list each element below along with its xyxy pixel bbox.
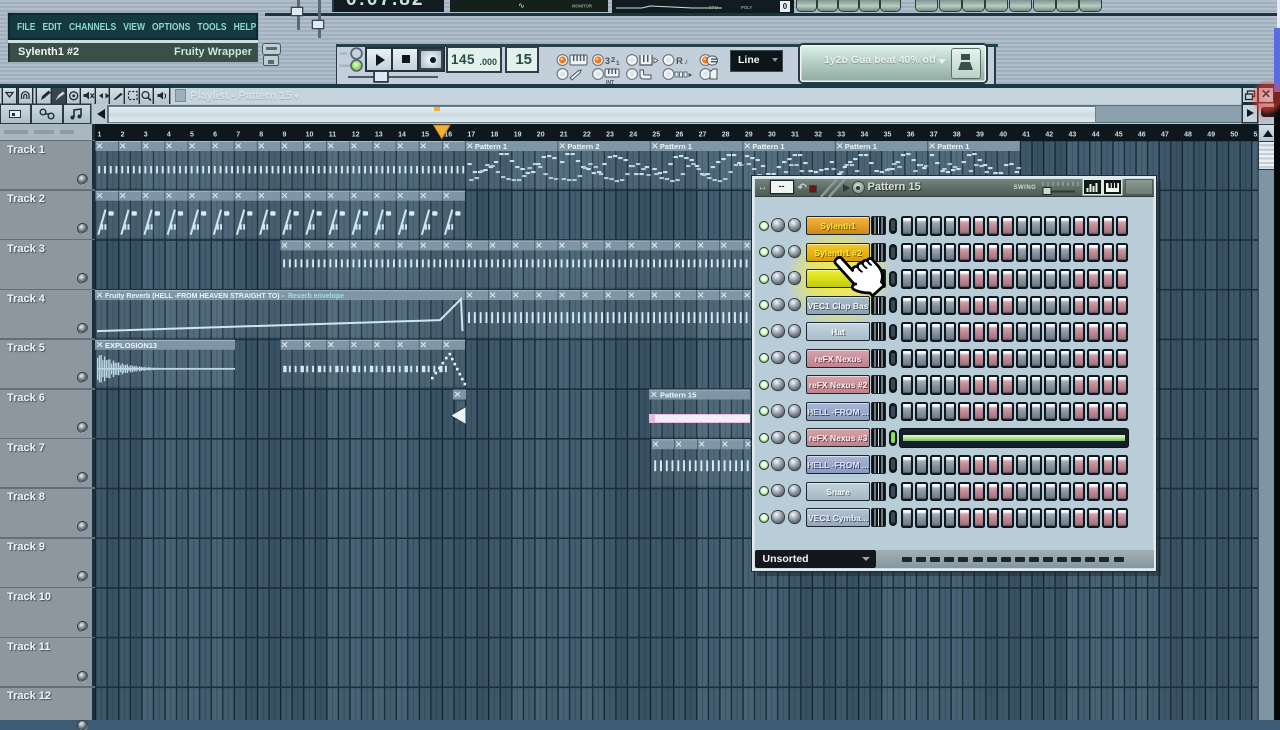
svg-text:Fruity Reverb (HELL -FROM HEAV: Fruity Reverb (HELL -FROM HEAVEN STRAIGH… bbox=[105, 293, 285, 300]
svg-text:2: 2 bbox=[611, 55, 615, 64]
svg-text:Pattern 1: Pattern 1 bbox=[475, 142, 507, 151]
svg-text:3: 3 bbox=[605, 56, 610, 66]
svg-text:44: 44 bbox=[1092, 132, 1100, 139]
svg-text:31: 31 bbox=[791, 132, 799, 139]
svg-text:29: 29 bbox=[745, 132, 753, 139]
svg-text:36: 36 bbox=[907, 132, 915, 139]
svg-text:13: 13 bbox=[375, 132, 383, 139]
svg-text:21: 21 bbox=[560, 132, 568, 139]
svg-text:39: 39 bbox=[976, 132, 984, 139]
svg-text:EXPLOSION13: EXPLOSION13 bbox=[105, 341, 157, 350]
svg-text:17: 17 bbox=[467, 132, 475, 139]
svg-text:Reverb envelope: Reverb envelope bbox=[288, 293, 344, 300]
svg-text:Pattern 1: Pattern 1 bbox=[845, 142, 877, 151]
svg-text:32: 32 bbox=[814, 132, 822, 139]
svg-text:49: 49 bbox=[1207, 132, 1215, 139]
svg-text:Pattern 1: Pattern 1 bbox=[660, 142, 692, 151]
svg-text:20: 20 bbox=[537, 132, 545, 139]
svg-text:2: 2 bbox=[121, 132, 125, 139]
svg-text:3: 3 bbox=[144, 132, 148, 139]
svg-text:42: 42 bbox=[1045, 132, 1053, 139]
svg-text:27: 27 bbox=[699, 132, 707, 139]
svg-text:25: 25 bbox=[652, 132, 660, 139]
svg-text:8: 8 bbox=[259, 132, 263, 139]
svg-text:15: 15 bbox=[421, 132, 429, 139]
svg-text:41: 41 bbox=[1022, 132, 1030, 139]
svg-text:12: 12 bbox=[352, 132, 360, 139]
svg-text:14: 14 bbox=[398, 132, 406, 139]
svg-text:1: 1 bbox=[616, 60, 620, 67]
svg-text:1: 1 bbox=[98, 132, 102, 139]
svg-text:Pattern 1: Pattern 1 bbox=[752, 142, 784, 151]
svg-text:47: 47 bbox=[1161, 132, 1169, 139]
svg-text:11: 11 bbox=[329, 132, 337, 139]
svg-text:40: 40 bbox=[999, 132, 1007, 139]
svg-text:37: 37 bbox=[930, 132, 938, 139]
svg-text:34: 34 bbox=[861, 132, 869, 139]
svg-text:R: R bbox=[676, 56, 683, 67]
svg-text:26: 26 bbox=[676, 132, 684, 139]
svg-text:24: 24 bbox=[629, 132, 637, 139]
svg-text:♪: ♪ bbox=[684, 57, 688, 66]
svg-text:19: 19 bbox=[514, 132, 522, 139]
svg-text:43: 43 bbox=[1069, 132, 1077, 139]
svg-text:45: 45 bbox=[1115, 132, 1123, 139]
svg-text:Pattern 15: Pattern 15 bbox=[660, 391, 696, 400]
svg-text:4: 4 bbox=[167, 132, 171, 139]
svg-text:48: 48 bbox=[1184, 132, 1192, 139]
svg-text:Pattern 1: Pattern 1 bbox=[937, 142, 969, 151]
svg-text:23: 23 bbox=[606, 132, 614, 139]
svg-text:38: 38 bbox=[953, 132, 961, 139]
svg-text:46: 46 bbox=[1138, 132, 1146, 139]
svg-text:18: 18 bbox=[491, 132, 499, 139]
svg-text:Pattern 2: Pattern 2 bbox=[567, 142, 599, 151]
svg-text:33: 33 bbox=[837, 132, 845, 139]
svg-text:10: 10 bbox=[306, 132, 314, 139]
svg-text:30: 30 bbox=[768, 132, 776, 139]
svg-text:50: 50 bbox=[1230, 132, 1238, 139]
svg-text:7: 7 bbox=[236, 132, 240, 139]
svg-text:6: 6 bbox=[213, 132, 217, 139]
svg-text:35: 35 bbox=[884, 132, 892, 139]
svg-text:5: 5 bbox=[190, 132, 194, 139]
svg-text:28: 28 bbox=[722, 132, 730, 139]
svg-text:22: 22 bbox=[583, 132, 591, 139]
svg-text:9: 9 bbox=[283, 132, 287, 139]
